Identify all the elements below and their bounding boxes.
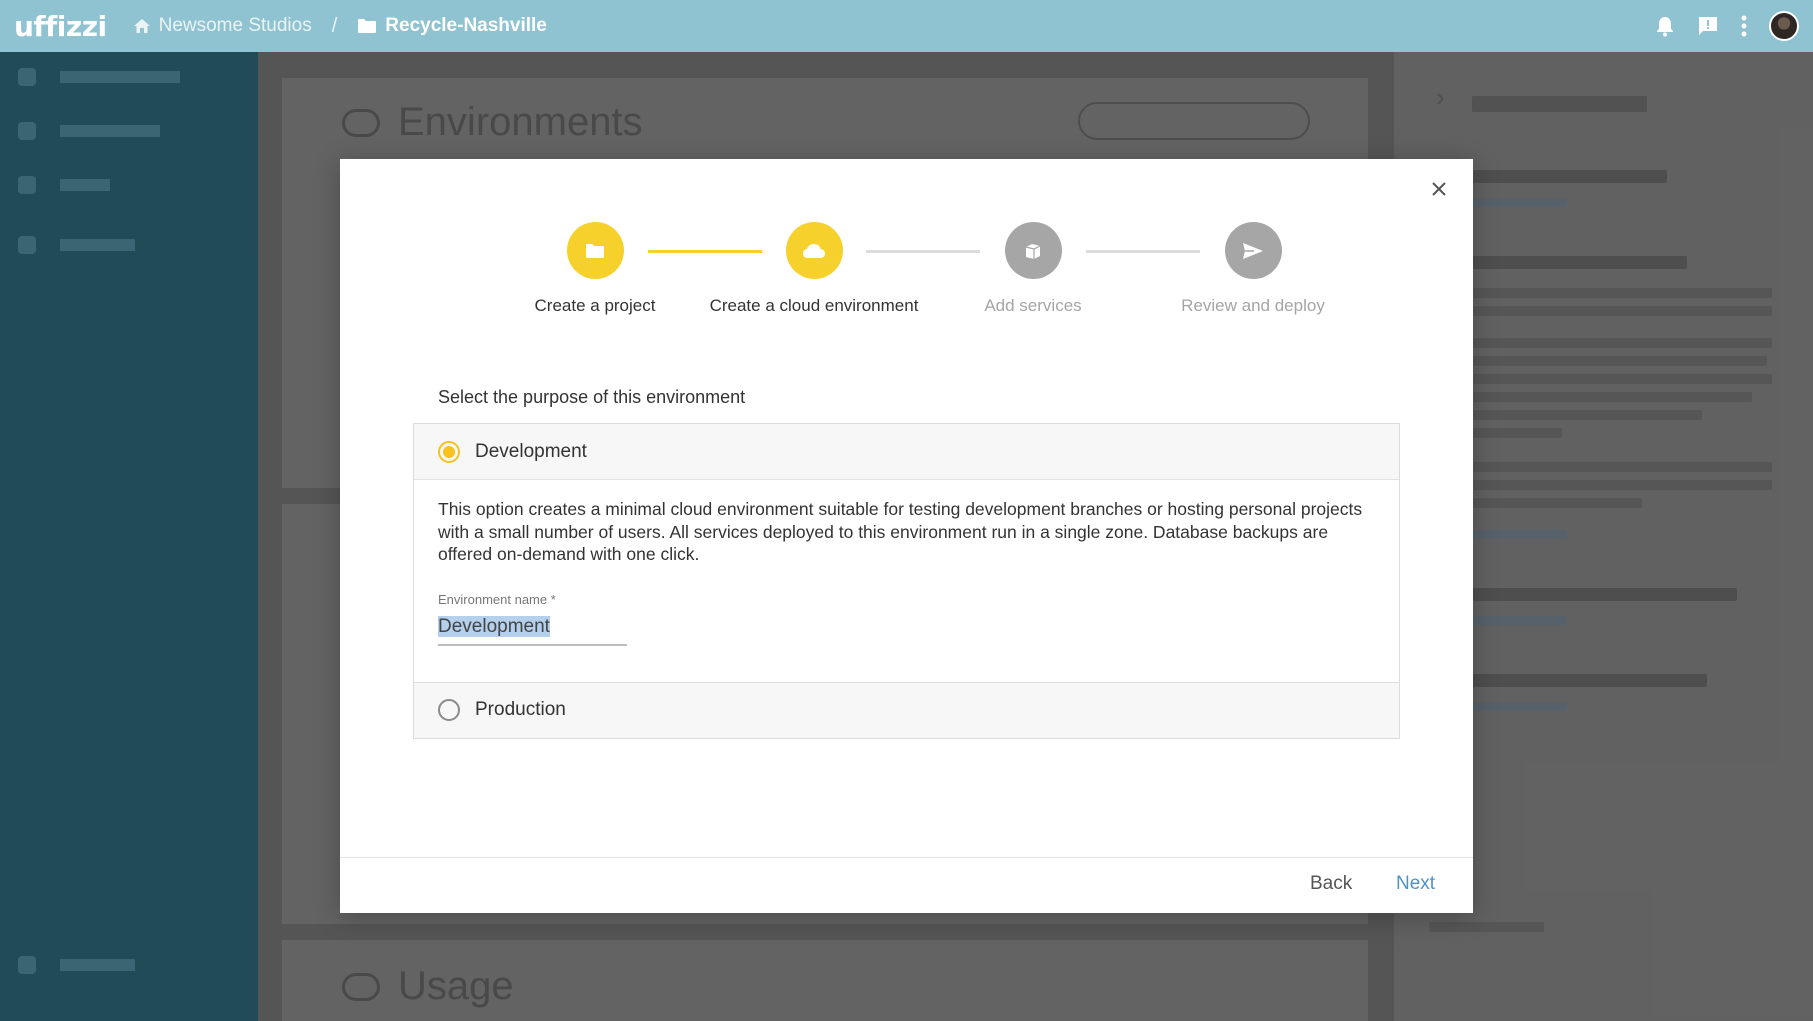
send-icon — [1243, 242, 1263, 259]
create-environment-dialog: Create a project Create a cloud environm… — [340, 159, 1473, 913]
back-button[interactable]: Back — [1310, 873, 1352, 895]
cube-icon — [1025, 243, 1041, 259]
feedback-icon[interactable] — [1697, 15, 1719, 37]
breadcrumb-project-label: Recycle-Nashville — [385, 15, 547, 36]
uffizzi-logo[interactable]: uffizzi — [14, 10, 107, 43]
breadcrumb-project[interactable]: Recycle-Nashville — [357, 15, 547, 37]
step-create-project: Create a project — [470, 222, 720, 316]
breadcrumb-separator: / — [331, 14, 338, 37]
option-development[interactable]: Development — [414, 424, 1399, 479]
option-production-label: Production — [475, 699, 566, 720]
dialog-footer: Back Next — [340, 857, 1473, 913]
purpose-prompt: Select the purpose of this environment — [438, 387, 746, 407]
home-icon — [133, 19, 150, 33]
step-review-and-deploy: Review and deploy — [1128, 222, 1378, 316]
environment-name-label: Environment name * — [438, 591, 556, 607]
step-circle — [566, 222, 624, 279]
step-circle — [1004, 222, 1062, 279]
cloud-icon — [803, 243, 825, 258]
option-development-details: This option creates a minimal cloud envi… — [414, 479, 1399, 683]
radio-development[interactable] — [438, 440, 460, 463]
option-production[interactable]: Production — [414, 682, 1399, 738]
top-bar: uffizzi Newsome Studios / Recycle-Nashvi… — [0, 0, 1813, 52]
close-button[interactable] — [1425, 175, 1453, 203]
close-icon — [1432, 182, 1446, 196]
purpose-options: Development This option creates a minima… — [413, 423, 1400, 739]
step-label: Add services — [984, 296, 1082, 315]
step-circle — [1224, 222, 1282, 279]
step-label: Review and deploy — [1181, 296, 1325, 315]
radio-production[interactable] — [438, 699, 460, 721]
step-add-services: Add services — [908, 222, 1158, 316]
more-vertical-icon[interactable] — [1741, 15, 1747, 37]
step-circle — [785, 222, 843, 279]
breadcrumb-org[interactable]: Newsome Studios — [133, 15, 312, 37]
environment-name-value: Development — [438, 615, 550, 637]
option-development-label: Development — [475, 440, 587, 462]
environment-name-input[interactable]: Development — [438, 615, 627, 646]
bell-icon[interactable] — [1655, 15, 1675, 37]
user-avatar[interactable] — [1769, 11, 1799, 41]
next-button[interactable]: Next — [1396, 873, 1435, 895]
breadcrumb-org-label: Newsome Studios — [158, 15, 312, 36]
step-label: Create a project — [534, 296, 656, 315]
folder-icon — [358, 19, 377, 33]
step-label: Create a cloud environment — [709, 296, 919, 315]
option-development-description: This option creates a minimal cloud envi… — [438, 499, 1363, 564]
step-create-cloud-environment: Create a cloud environment — [689, 222, 939, 316]
folder-icon — [586, 243, 604, 258]
